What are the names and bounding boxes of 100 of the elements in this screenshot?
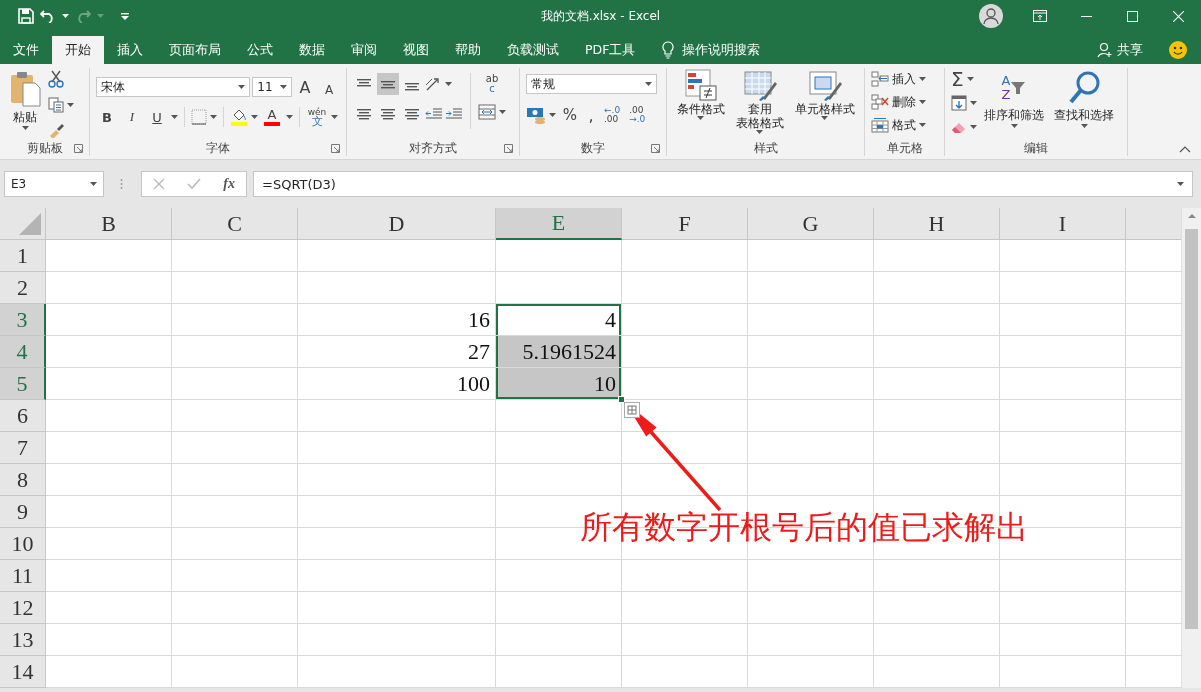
paste-button[interactable]: 粘贴 — [6, 68, 44, 140]
caret-icon[interactable] — [210, 115, 217, 119]
eraser-icon[interactable] — [951, 120, 967, 134]
ribbon-tab[interactable]: 数据 — [286, 36, 338, 64]
caret-icon[interactable] — [970, 125, 977, 129]
ribbon-display-icon[interactable] — [1033, 10, 1047, 22]
autosum-button[interactable]: Σ — [951, 68, 977, 90]
ribbon-tab[interactable]: 开始 — [52, 36, 104, 64]
scrollbar[interactable] — [1181, 208, 1201, 688]
row-header[interactable]: 10 — [0, 528, 46, 560]
dialog-launcher-icon[interactable] — [331, 144, 340, 153]
drag-handle-icon[interactable] — [120, 178, 123, 190]
ribbon-tab[interactable]: 审阅 — [338, 36, 390, 64]
user-avatar-icon[interactable] — [979, 4, 1003, 28]
clipboard-icon[interactable] — [9, 70, 41, 108]
maximize-icon[interactable] — [1126, 10, 1138, 22]
column-header[interactable]: I — [1000, 208, 1126, 240]
row-header[interactable]: 1 — [0, 240, 46, 272]
row-header[interactable]: 13 — [0, 624, 46, 656]
minimize-icon[interactable] — [1080, 15, 1092, 17]
copy-icon[interactable] — [48, 97, 64, 113]
share-button[interactable]: 共享 — [1093, 36, 1147, 64]
row-header[interactable]: 5 — [0, 368, 46, 400]
caret-icon[interactable] — [697, 116, 704, 120]
caret-icon[interactable] — [966, 77, 974, 81]
row-header[interactable]: 4 — [0, 336, 46, 368]
column-header[interactable]: F — [622, 208, 748, 240]
row-header[interactable]: 7 — [0, 432, 46, 464]
caret-icon[interactable] — [62, 14, 69, 18]
caret-icon[interactable] — [280, 85, 287, 89]
caret-icon[interactable] — [1010, 124, 1018, 128]
sort-filter-button[interactable]: A Z 排序和筛选 — [981, 68, 1047, 140]
name-box[interactable]: E3 — [4, 171, 104, 197]
ribbon-tab[interactable]: 插入 — [104, 36, 156, 64]
increase-decimal-button[interactable]: ←.0 .00 — [601, 106, 624, 124]
column-header[interactable]: C — [172, 208, 298, 240]
caret-icon[interactable] — [67, 103, 74, 107]
ribbon-tab[interactable]: 负载测试 — [494, 36, 572, 64]
column-header[interactable]: H — [874, 208, 1000, 240]
add-person-icon[interactable] — [1097, 42, 1113, 58]
row-header[interactable]: 3 — [0, 304, 46, 336]
caret-icon[interactable] — [1080, 124, 1088, 128]
close-icon[interactable] — [1172, 10, 1184, 22]
caret-icon[interactable] — [970, 101, 977, 105]
caret-icon[interactable] — [238, 85, 246, 89]
dialog-launcher-icon[interactable] — [74, 144, 83, 153]
font-color-button[interactable]: A — [261, 106, 283, 128]
wrap-text-button[interactable]: ab c — [478, 71, 506, 97]
save-icon[interactable] — [18, 8, 34, 24]
row-header[interactable]: 6 — [0, 400, 46, 432]
table-cell[interactable]: 100 — [298, 368, 495, 399]
style-button[interactable]: 套用 表格格式 — [732, 68, 787, 140]
collapse-ribbon-icon[interactable] — [1179, 146, 1191, 153]
number-format-field[interactable]: 常规 — [526, 74, 657, 94]
cells-command-button[interactable]: 插入 — [871, 68, 938, 90]
underline-button[interactable]: U — [146, 106, 168, 128]
insert-function-button[interactable]: fx — [223, 176, 235, 192]
tell-me-search[interactable]: 操作说明搜索 — [682, 41, 761, 59]
ribbon-tab[interactable]: 页面布局 — [156, 36, 234, 64]
ribbon-tab[interactable]: 公式 — [234, 36, 286, 64]
dialog-launcher-icon[interactable] — [504, 144, 513, 153]
ribbon-tab[interactable]: 文件 — [0, 36, 52, 64]
fill-color-icon[interactable] — [230, 108, 248, 126]
caret-icon[interactable] — [21, 126, 29, 130]
row-header[interactable]: 8 — [0, 464, 46, 496]
font-name-field[interactable]: 宋体 — [96, 77, 251, 97]
caret-icon[interactable] — [756, 130, 763, 134]
undo-icon[interactable] — [40, 9, 56, 23]
ribbon-tab[interactable]: 帮助 — [442, 36, 494, 64]
caret-icon[interactable] — [919, 100, 926, 104]
column-header[interactable]: G — [748, 208, 874, 240]
color-swatch-icon[interactable] — [264, 122, 280, 126]
row-header[interactable]: 9 — [0, 496, 46, 528]
caret-icon[interactable] — [549, 113, 556, 117]
format-painter-icon[interactable] — [48, 122, 64, 138]
cut-icon[interactable] — [48, 70, 64, 88]
caret-icon[interactable] — [499, 110, 506, 114]
phonetic-guide-button[interactable]: wén 文 — [306, 106, 328, 128]
caret-icon[interactable] — [645, 82, 652, 86]
smiley-icon[interactable] — [1169, 41, 1187, 59]
decrease-decimal-button[interactable]: .00 →.0 — [626, 106, 649, 124]
caret-icon[interactable] — [90, 182, 97, 186]
shrink-font-button[interactable]: A — [318, 74, 340, 100]
column-header[interactable]: E — [496, 208, 622, 240]
grow-font-button[interactable]: A — [294, 76, 316, 98]
cells-command-button[interactable]: 格式 — [871, 114, 938, 136]
scrollbar-thumb[interactable] — [1185, 229, 1198, 629]
row-header[interactable]: 11 — [0, 560, 46, 592]
caret-icon[interactable] — [1177, 182, 1184, 186]
table-cell[interactable]: 16 — [298, 304, 495, 335]
style-button[interactable]: 单元格样式 — [791, 68, 858, 140]
style-button[interactable]: 条件格式 — [673, 68, 728, 140]
caret-icon[interactable] — [919, 123, 926, 127]
customize-toolbar-icon[interactable] — [120, 11, 130, 21]
caret-icon[interactable] — [171, 115, 178, 119]
formula-field[interactable]: =SQRT(D3) — [253, 171, 1193, 197]
cells-command-button[interactable]: 删除 — [871, 91, 938, 113]
lightbulb-icon[interactable] — [662, 41, 675, 59]
ribbon-tab[interactable]: 视图 — [390, 36, 442, 64]
row-header[interactable]: 14 — [0, 656, 46, 688]
